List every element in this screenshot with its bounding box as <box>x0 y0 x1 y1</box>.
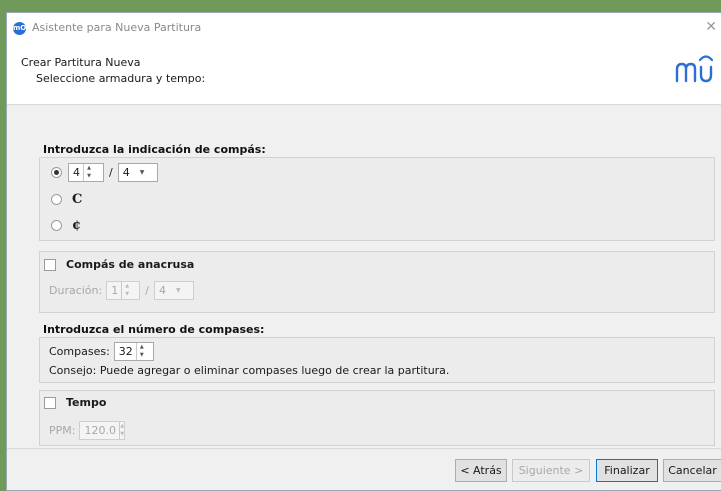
spin-arrows-icon[interactable]: ▲ ▼ <box>121 282 132 299</box>
bpm-label: PPM: <box>49 424 76 437</box>
numerator-value: 4 <box>73 166 80 179</box>
chevron-down-icon: ▼ <box>175 287 181 294</box>
back-button[interactable]: < Atrás <box>455 459 507 482</box>
time-signature-common-row: C <box>51 192 82 207</box>
close-icon[interactable]: ✕ <box>705 19 717 35</box>
cancel-button[interactable]: Cancelar <box>663 459 721 482</box>
new-score-wizard-window: mO Asistente para Nueva Partitura ✕ Crea… <box>6 12 721 491</box>
page-title: Crear Partitura Nueva <box>21 56 141 69</box>
measures-title: Introduzca el número de compases: <box>43 323 265 336</box>
time-signature-numeric-row: 4 ▲ ▼ / 4 ▼ <box>51 163 158 182</box>
cut-time-glyph: ¢ <box>72 218 82 233</box>
time-signature-denominator-dropdown[interactable]: 4 ▼ <box>117 163 158 182</box>
time-signature-cut-row: ¢ <box>51 218 81 233</box>
finish-button[interactable]: Finalizar <box>596 459 658 482</box>
spin-arrows-icon[interactable]: ▲ ▼ <box>135 343 147 360</box>
tempo-group <box>39 390 715 446</box>
tempo-row: Tempo <box>44 396 106 409</box>
window-title: Asistente para Nueva Partitura <box>32 21 202 34</box>
tempo-label: Tempo <box>66 396 107 409</box>
pickup-denominator-dropdown[interactable]: 4 ▼ <box>153 281 194 300</box>
wizard-footer: < Atrás Siguiente > Finalizar Cancelar <box>7 448 721 490</box>
spin-arrows-icon[interactable]: ▲ ▼ <box>83 164 94 181</box>
pickup-numerator-spinbox[interactable]: 1 ▲ ▼ <box>106 281 141 300</box>
spin-arrows-icon[interactable]: ▲ ▼ <box>118 422 125 439</box>
common-time-glyph: C <box>72 192 83 207</box>
measures-hint: Consejo: Puede agregar o eliminar compas… <box>49 364 450 377</box>
bpm-value: 120.0 <box>84 424 116 437</box>
measures-row: Compases: 32 ▲ ▼ <box>49 342 154 361</box>
wizard-header: Crear Partitura Nueva Seleccione armadur… <box>7 43 721 105</box>
duration-label: Duración: <box>49 284 103 297</box>
time-signature-slash: / <box>109 166 113 179</box>
pickup-row: Compás de anacrusa <box>44 258 194 271</box>
time-signature-numerator-spinbox[interactable]: 4 ▲ ▼ <box>68 163 104 182</box>
tempo-bpm-row: PPM: 120.0 ▲ ▼ <box>49 421 126 440</box>
bpm-spinbox[interactable]: 120.0 ▲ ▼ <box>79 421 126 440</box>
measures-label: Compases: <box>49 345 110 358</box>
page-subtitle: Seleccione armadura y tempo: <box>36 72 206 85</box>
pickup-slash: / <box>145 284 149 297</box>
pickup-duration-row: Duración: 1 ▲ ▼ / 4 ▼ <box>49 281 194 300</box>
tempo-checkbox[interactable] <box>44 396 56 409</box>
pickup-denominator-value: 4 <box>158 284 166 297</box>
next-button[interactable]: Siguiente > <box>512 459 590 482</box>
title-bar: mO Asistente para Nueva Partitura ✕ <box>7 13 721 43</box>
measures-spinbox[interactable]: 32 ▲ ▼ <box>113 342 154 361</box>
denominator-value: 4 <box>122 166 130 179</box>
time-signature-cut-radio[interactable] <box>51 220 62 231</box>
wizard-content: Introduzca la indicación de compás: 4 ▲ ▼… <box>7 105 721 450</box>
measures-value: 32 <box>118 345 133 358</box>
pickup-label: Compás de anacrusa <box>66 258 195 271</box>
musescore-app-icon: mO <box>13 22 26 35</box>
pickup-numerator-value: 1 <box>111 284 119 297</box>
musescore-logo-icon <box>675 55 714 83</box>
pickup-checkbox[interactable] <box>44 258 56 271</box>
time-signature-title: Introduzca la indicación de compás: <box>43 143 266 156</box>
chevron-down-icon: ▼ <box>139 169 145 176</box>
time-signature-numeric-radio[interactable] <box>51 167 62 178</box>
time-signature-common-radio[interactable] <box>51 194 62 205</box>
